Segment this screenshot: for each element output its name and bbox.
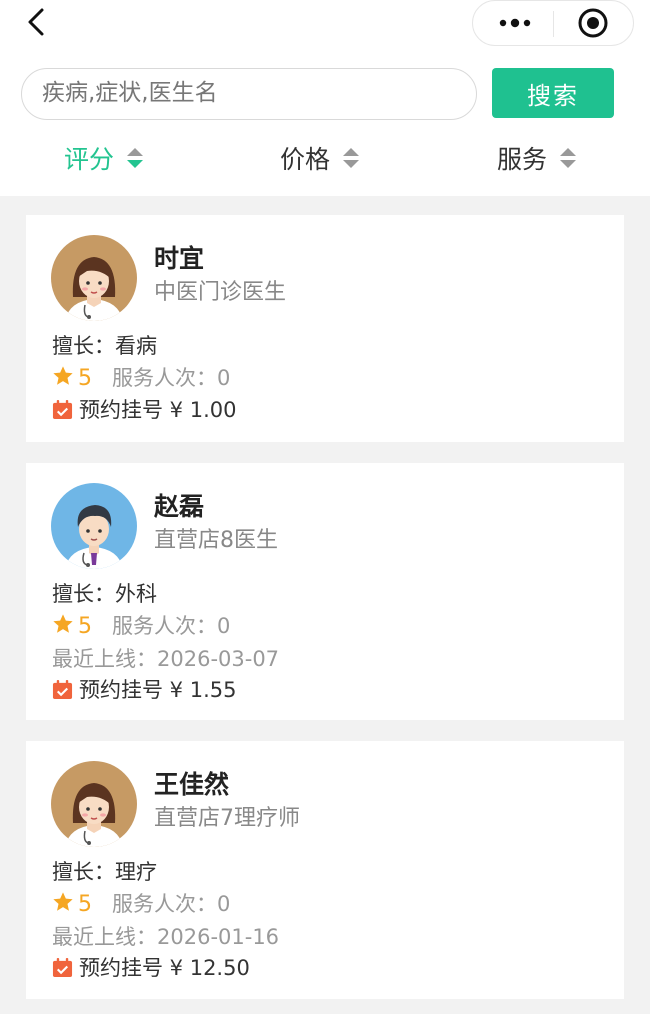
doctor-title: 直营店7理疗师 xyxy=(154,806,300,831)
header-area: 搜索 评分 价格 服务 xyxy=(0,0,650,196)
doctor-card[interactable]: 时宜 中医门诊医生 擅长：看病 5 服务人次：0 预约挂号 ¥ 1.00 xyxy=(26,215,624,442)
close-target-icon[interactable] xyxy=(577,7,609,39)
doctor-service-count: 服务人次：0 xyxy=(112,614,231,638)
star-icon xyxy=(53,366,73,385)
doctor-specialty: 擅长：看病 xyxy=(52,334,157,358)
doctor-service-count: 服务人次：0 xyxy=(112,892,231,916)
search-box xyxy=(21,68,477,120)
doctor-avatar-male xyxy=(51,483,137,569)
calendar-icon xyxy=(52,957,73,978)
doctor-name: 时宜 xyxy=(154,244,205,273)
booking-price: 预约挂号 ¥ 1.55 xyxy=(79,678,237,702)
calendar-icon xyxy=(52,399,73,420)
booking-row[interactable]: 预约挂号 ¥ 12.50 xyxy=(52,952,250,982)
doctor-card[interactable]: 赵磊 直营店8医生 擅长：外科 5 服务人次：0 最近上线：2026-03-07 … xyxy=(26,463,624,720)
calendar-icon xyxy=(52,679,73,700)
doctor-avatar-female xyxy=(51,761,137,847)
doctor-score: 5 xyxy=(78,366,92,391)
sort-arrows-icon xyxy=(560,148,577,168)
doctor-title: 中医门诊医生 xyxy=(154,280,287,305)
doctor-title: 直营店8医生 xyxy=(154,528,278,553)
booking-price: 预约挂号 ¥ 1.00 xyxy=(79,398,237,422)
doctor-last-online: 最近上线：2026-03-07 xyxy=(52,647,280,671)
booking-row[interactable]: 预约挂号 ¥ 1.00 xyxy=(52,394,236,424)
doctor-score: 5 xyxy=(78,892,92,917)
booking-price: 预约挂号 ¥ 12.50 xyxy=(79,956,250,980)
doctor-last-online: 最近上线：2026-01-16 xyxy=(52,925,280,949)
doctor-name: 王佳然 xyxy=(154,770,230,799)
search-input[interactable] xyxy=(40,79,464,107)
doctor-service-count: 服务人次：0 xyxy=(112,366,231,390)
doctor-rating-row: 5 服务人次：0 xyxy=(52,362,230,392)
sort-rating[interactable]: 评分 xyxy=(64,140,144,176)
sort-service[interactable]: 服务 xyxy=(497,140,577,176)
doctor-name: 赵磊 xyxy=(154,492,205,521)
star-icon xyxy=(53,614,73,633)
more-icon[interactable] xyxy=(497,13,533,33)
doctor-rating-row: 5 服务人次：0 xyxy=(52,610,230,640)
sort-arrows-icon xyxy=(343,148,360,168)
doctor-rating-row: 5 服务人次：0 xyxy=(52,888,230,918)
sort-price[interactable]: 价格 xyxy=(280,140,360,176)
doctor-specialty: 擅长：理疗 xyxy=(52,860,157,884)
sort-rating-label: 评分 xyxy=(64,145,115,174)
doctor-card[interactable]: 王佳然 直营店7理疗师 擅长：理疗 5 服务人次：0 最近上线：2026-01-1… xyxy=(26,741,624,999)
sort-service-label: 服务 xyxy=(497,145,548,174)
mini-program-capsule xyxy=(472,0,634,46)
sort-arrows-icon xyxy=(127,148,144,168)
star-icon xyxy=(53,892,73,911)
doctor-avatar-female xyxy=(51,235,137,321)
back-arrow-icon[interactable] xyxy=(22,6,54,38)
capsule-divider xyxy=(553,11,554,37)
booking-row[interactable]: 预约挂号 ¥ 1.55 xyxy=(52,674,236,704)
doctor-specialty: 擅长：外科 xyxy=(52,582,157,606)
sort-price-label: 价格 xyxy=(280,145,331,174)
search-button[interactable]: 搜索 xyxy=(492,68,614,118)
doctor-score: 5 xyxy=(78,614,92,639)
